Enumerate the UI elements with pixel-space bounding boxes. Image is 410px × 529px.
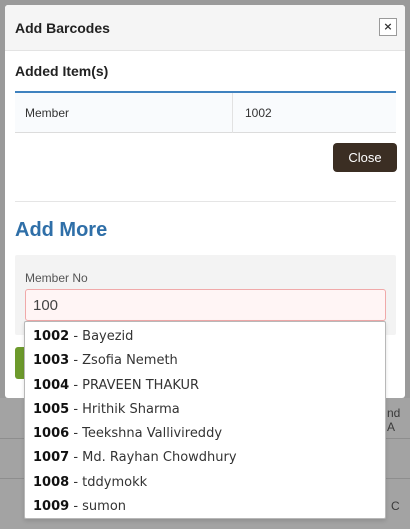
suggestion-separator: - [69,499,83,515]
suggestion-name: Md. Rayhan Chowdhury [82,450,237,466]
suggestion-item[interactable]: 1004 - PRAVEEN THAKUR [25,374,385,398]
added-item-type: Member [15,93,233,133]
suggestion-item[interactable]: 1005 - Hrithik Sharma [25,398,385,422]
background-text: C [391,499,400,513]
suggestion-name: Teekshna Vallivireddy [82,426,223,442]
added-items-table: Member 1002 [15,91,396,133]
suggestion-separator: - [69,377,83,393]
add-more-title: Add More [15,219,108,241]
modal-header: Add Barcodes × [5,5,405,51]
member-no-label: Member No [25,271,88,285]
suggestion-item[interactable]: 1007 - Md. Rayhan Chowdhury [25,446,385,470]
suggestion-item[interactable]: 1003 - Zsofia Nemeth [25,349,385,373]
added-item-value: 1002 [245,106,272,120]
modal-title: Add Barcodes [15,20,110,36]
added-items-title: Added Item(s) [15,63,109,79]
suggestion-id: 1004 [33,377,70,393]
member-no-input[interactable] [25,289,386,321]
suggestion-item[interactable]: 1006 - Teekshna Vallivireddy [25,422,385,446]
suggestion-name: Zsofia Nemeth [82,353,178,369]
suggestion-separator: - [69,401,83,417]
suggestion-id: 1008 [33,474,70,490]
suggestion-item[interactable]: 1009 - sumon [25,495,385,519]
suggestion-id: 1009 [33,499,70,515]
suggestion-separator: - [69,450,83,466]
suggestion-id: 1007 [33,450,70,466]
suggestion-separator: - [69,426,83,442]
suggestion-id: 1006 [33,426,70,442]
close-icon[interactable]: × [379,18,397,36]
suggestion-name: Hrithik Sharma [82,401,180,417]
suggestion-name: Bayezid [82,329,134,344]
suggestion-name: PRAVEEN THAKUR [82,377,200,393]
section-divider [15,201,396,202]
background-text: nd A [387,406,401,434]
close-button[interactable]: Close [333,143,397,172]
suggestion-separator: - [69,474,83,490]
suggestion-separator: - [69,329,83,344]
suggestion-name: sumon [82,499,127,515]
suggestion-id: 1002 [33,329,70,344]
suggestion-separator: - [69,353,83,369]
suggestion-id: 1003 [33,353,70,369]
suggestion-name: tddymokk [82,474,148,490]
suggestion-id: 1005 [33,401,70,417]
member-suggestions-dropdown: 1002 - Bayezid 1003 - Zsofia Nemeth 1004… [24,321,386,519]
suggestion-item[interactable]: 1002 - Bayezid [25,325,385,349]
suggestion-item[interactable]: 1008 - tddymokk [25,471,385,495]
